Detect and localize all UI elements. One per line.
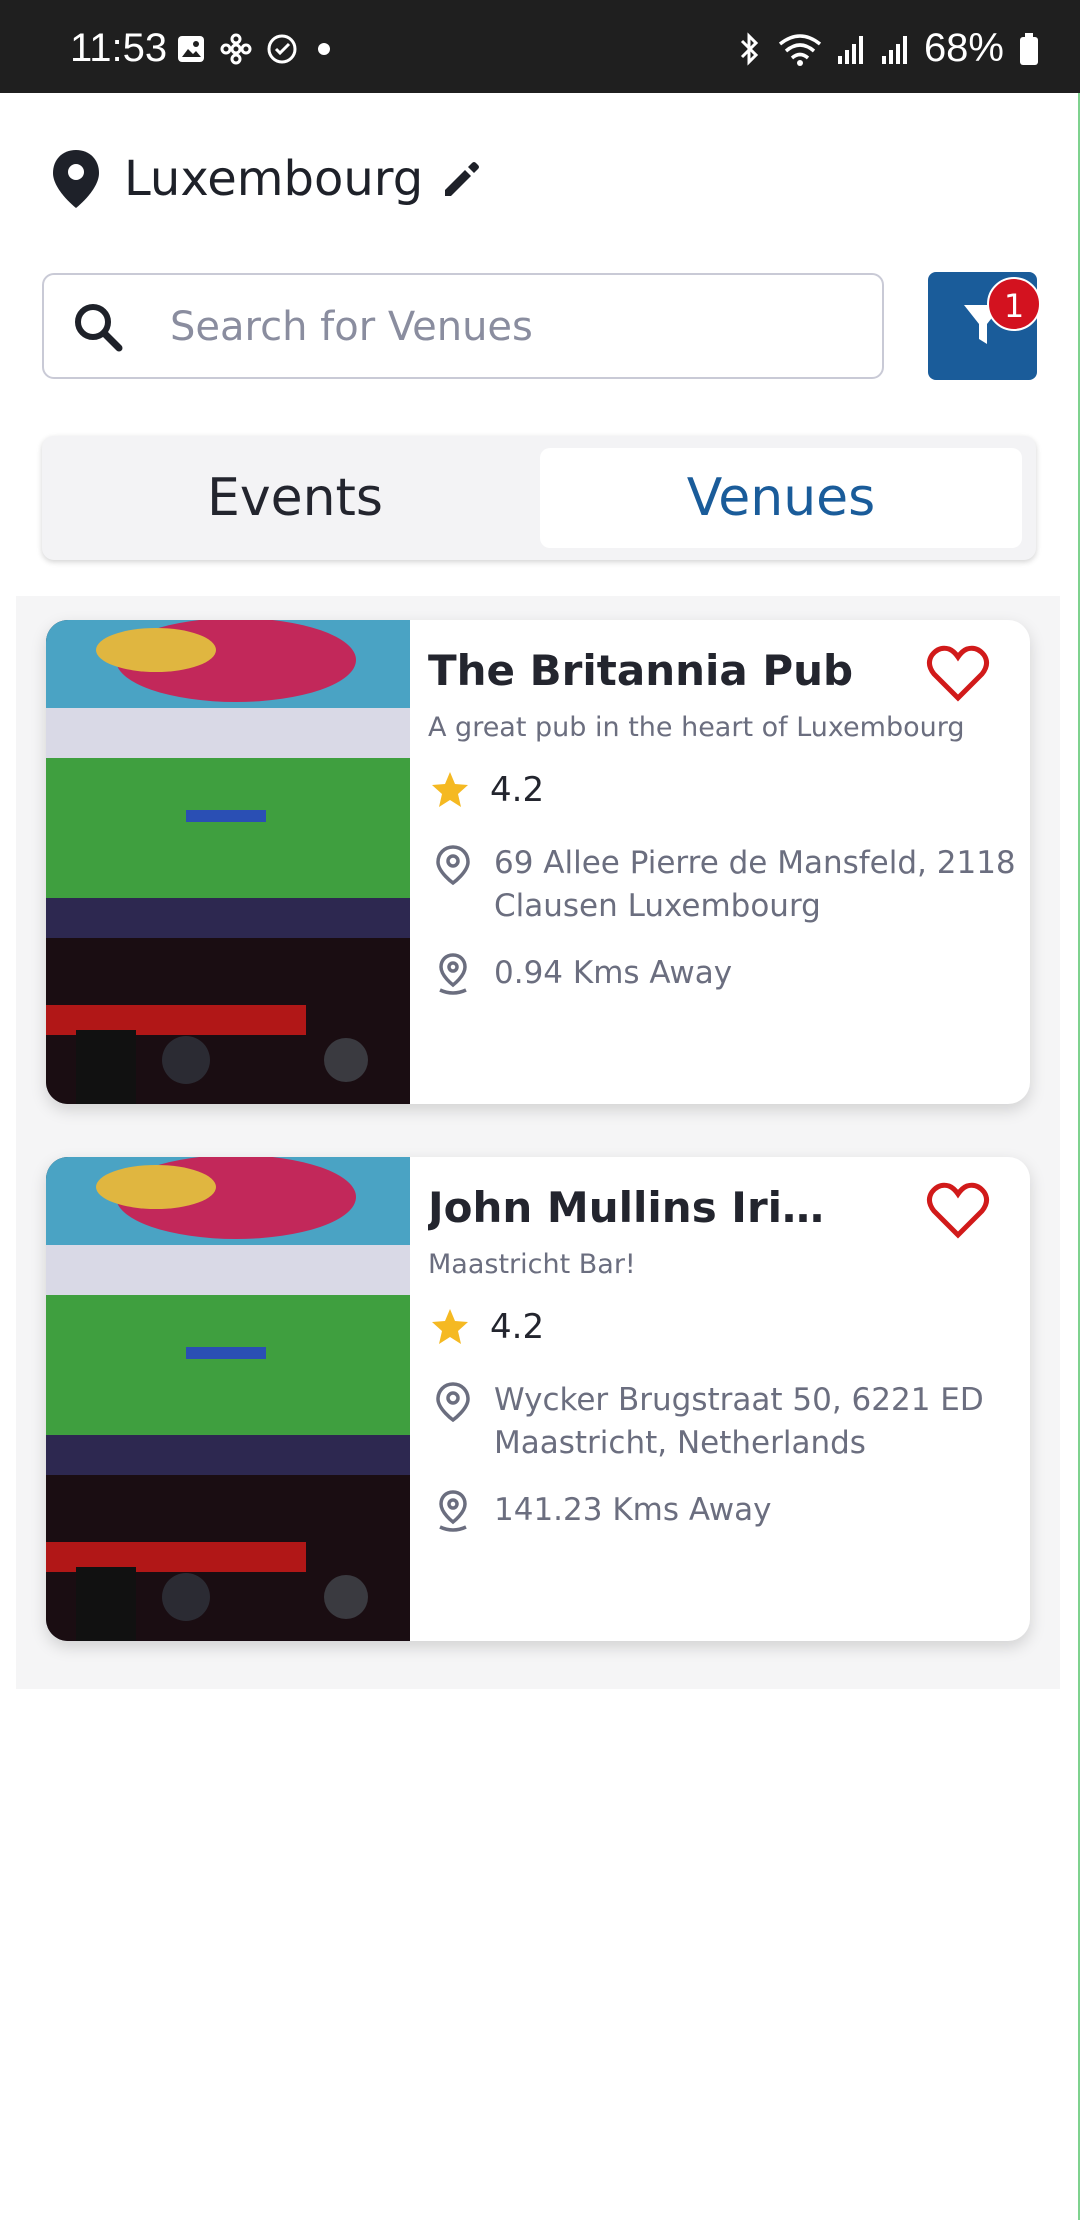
map-pin-icon: [436, 1382, 470, 1423]
signal-icon: [881, 35, 907, 64]
battery-icon: [1020, 32, 1038, 65]
tab-events[interactable]: Events: [54, 448, 536, 548]
map-pin-icon: [436, 845, 470, 886]
venue-card[interactable]: The Britannia Pub A great pub in the hea…: [46, 620, 1030, 1104]
venue-address: 69 Allee Pierre de Mansfeld, 2118 Clause…: [494, 845, 1016, 924]
favorite-heart-icon[interactable]: [926, 1181, 990, 1239]
rating: 4.2: [430, 770, 544, 810]
star-icon: [432, 1309, 468, 1344]
search-bar[interactable]: [42, 273, 884, 379]
venue-list: The Britannia Pub A great pub in the hea…: [16, 596, 1060, 1689]
venue-image: [46, 1157, 410, 1641]
distance-pin-icon: [439, 1490, 467, 1532]
system-icons: 68%: [736, 26, 1040, 71]
segment-tabs: Events Venues: [42, 436, 1036, 560]
venue-card[interactable]: John Mullins Irish Pub Maastricht Bar! 4…: [46, 1157, 1030, 1641]
bluetooth-icon: [740, 31, 759, 66]
signal-r-icon: [837, 35, 863, 64]
image-icon: [178, 36, 204, 62]
notification-icons: [176, 33, 336, 65]
rating-value: 4.2: [490, 1307, 545, 1347]
favorite-heart-icon[interactable]: [926, 644, 990, 702]
tab-venues[interactable]: Venues: [540, 448, 1022, 548]
distance-pin-icon: [439, 953, 467, 995]
rating: 4.2: [430, 1307, 544, 1347]
venue-description: A great pub in the heart of Luxembourg: [428, 712, 965, 743]
venue-address: Wycker Brugstraat 50, 6221 ED Maastricht…: [494, 1382, 984, 1461]
status-bar: 11:53 68%: [0, 0, 1080, 93]
status-time: 11:53: [70, 26, 168, 70]
venue-distance: 0.94 Kms Away: [494, 955, 733, 991]
venue-description: Maastricht Bar!: [428, 1249, 636, 1280]
battery-percent: 68%: [923, 26, 1004, 70]
edit-pencil-icon[interactable]: [441, 158, 483, 200]
filter-count-badge: 1: [987, 277, 1041, 331]
rating-value: 4.2: [490, 770, 545, 810]
dot-icon: [318, 43, 330, 55]
venue-distance: 141.23 Kms Away: [494, 1492, 772, 1528]
search-input[interactable]: [168, 275, 852, 379]
location-pin-icon: [53, 150, 99, 208]
wifi-icon: [778, 33, 822, 66]
venue-name: The Britannia Pub: [428, 646, 854, 695]
search-icon: [75, 304, 123, 352]
location-selector[interactable]: Luxembourg: [50, 148, 483, 210]
venue-name: John Mullins Irish Pub: [428, 1183, 828, 1232]
location-name: Luxembourg: [124, 151, 424, 207]
check-circle-icon: [267, 34, 297, 64]
fan-icon: [220, 33, 252, 65]
venue-image: [46, 620, 410, 1104]
star-icon: [432, 772, 468, 807]
